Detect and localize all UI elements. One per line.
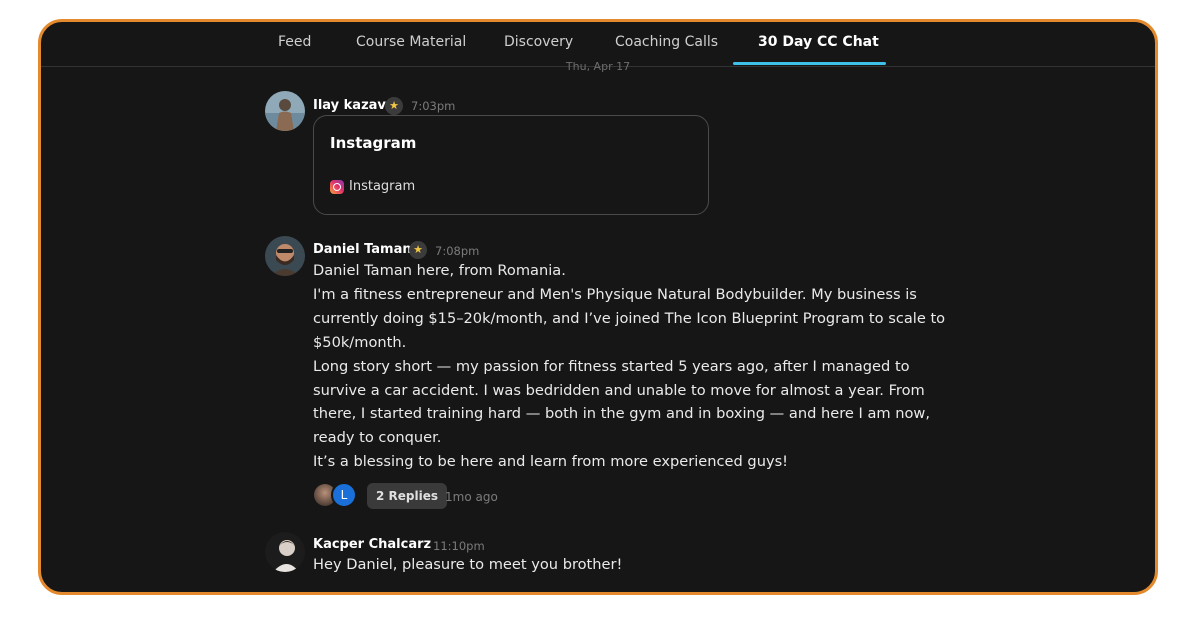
message-body: Daniel Taman here, from Romania. I'm a f…: [313, 259, 953, 474]
message-line: Daniel Taman here, from Romania.: [313, 262, 566, 279]
avatar-ilay-kazav[interactable]: [265, 91, 305, 131]
instagram-icon: [330, 180, 344, 194]
star-icon: ★: [409, 241, 427, 259]
card-title: Instagram: [330, 134, 417, 152]
star-icon: ★: [385, 97, 403, 115]
date-separator: Thu, Apr 17: [565, 60, 631, 73]
message-author[interactable]: Ilay kazav: [313, 98, 386, 113]
message-line: It’s a blessing to be here and learn fro…: [313, 453, 789, 471]
message-time: 7:08pm: [435, 244, 480, 258]
chat-window: Feed Course Material Discovery Coaching …: [38, 19, 1158, 595]
link-preview-card[interactable]: Instagram Instagram: [313, 115, 709, 215]
card-link[interactable]: Instagram: [349, 179, 415, 194]
avatar-daniel-taman[interactable]: [265, 236, 305, 276]
message-line: I'm a fitness entrepreneur and Men's Phy…: [313, 285, 946, 351]
avatar-kacper-chalcarz[interactable]: [265, 532, 305, 572]
reply-avatar-letter: L: [331, 482, 357, 508]
message-line: Hey Daniel, pleasure to meet you brother…: [313, 556, 623, 573]
message-line: Long story short — my passion for fitnes…: [313, 357, 931, 447]
message-author[interactable]: Kacper Chalcarz: [313, 537, 431, 552]
message-time: 11:10pm: [433, 539, 485, 553]
replies-button[interactable]: 2 Replies: [367, 483, 448, 509]
reply-avatars[interactable]: L: [314, 482, 360, 508]
message-author[interactable]: Daniel Taman: [313, 242, 412, 257]
last-reply-time: 1mo ago: [445, 490, 498, 504]
message-time: 7:03pm: [411, 99, 456, 113]
message-body: Hey Daniel, pleasure to meet you brother…: [313, 553, 953, 577]
